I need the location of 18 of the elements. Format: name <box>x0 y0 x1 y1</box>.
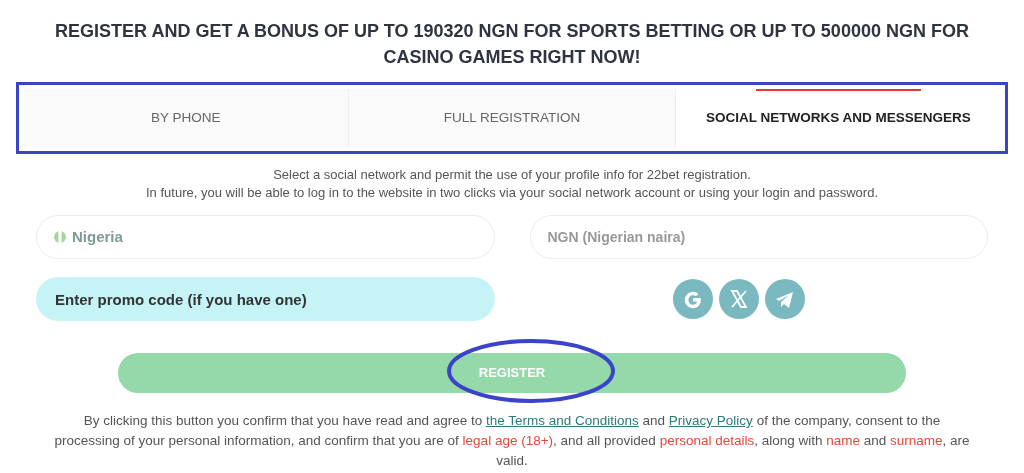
description-text: Select a social network and permit the use of your profile info for 22bet registration. <box>273 166 751 184</box>
country-field[interactable]: Nigeria <box>36 215 495 259</box>
terms-link[interactable]: Privacy Policy <box>668 413 753 428</box>
currency-field[interactable]: NGN (Nigerian naira) <box>529 215 988 259</box>
country-value: Nigeria <box>72 226 123 247</box>
tab[interactable]: BY PHONE <box>23 89 350 147</box>
promo-code-field[interactable]: Enter promo code (if you have one) <box>36 277 495 321</box>
tab[interactable]: FULL REGISTRATION <box>349 89 676 147</box>
consent-text: By clicking this button you confirm that you have read and agree to the Terms and Conditions and Privacy Policy of the company, consent to the processing of your personal information, and confirm that you are of legal age (18+), and all provided personal details, along with name and surname, are valid. <box>53 412 971 470</box>
paper-plane-login-button[interactable] <box>764 279 805 319</box>
tab[interactable]: SOCIAL NETWORKS AND MESSENGERS <box>675 89 1001 147</box>
x-logo-login-button[interactable] <box>718 279 759 319</box>
description-text: In future, you will be able to log in to the website in two clicks via your social network account or using your login and password. <box>146 184 878 202</box>
flag-icon <box>54 231 66 243</box>
google-login-button[interactable] <box>672 279 713 319</box>
currency-value: NGN (Nigerian naira) <box>547 227 686 247</box>
terms-link[interactable]: the Terms and Conditions <box>485 413 639 428</box>
page-heading: REGISTER AND GET A BONUS OF UP TO 190320 NGN FOR SPORTS BETTING OR UP TO 500000 NGN FOR CASINO GAMES RIGHT NOW! <box>54 20 970 69</box>
